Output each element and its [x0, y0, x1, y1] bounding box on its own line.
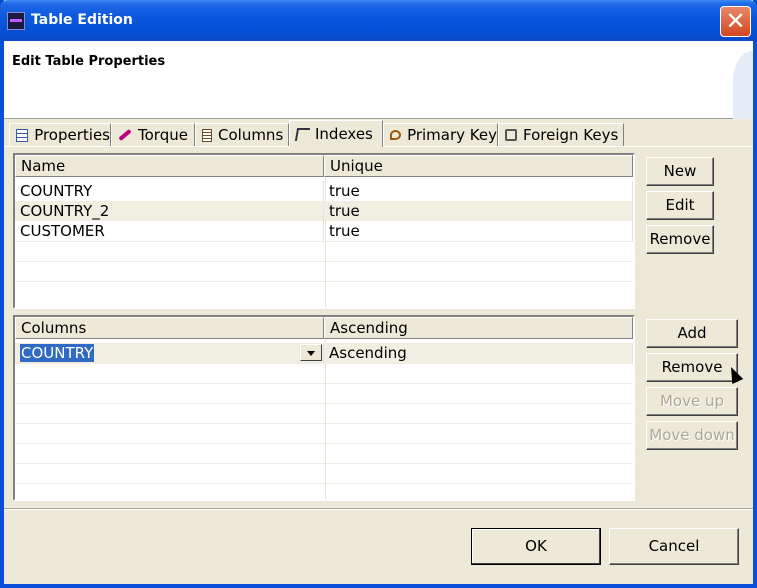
tab-label: Properties: [34, 126, 110, 144]
move-up-button[interactable]: Move up: [646, 387, 738, 416]
grid-line: [15, 403, 633, 404]
grid-line: [15, 383, 633, 384]
grid-line: [15, 261, 633, 262]
index-columns-table[interactable]: Columns Ascending COUNTRY Ascending: [13, 315, 635, 501]
cell-name: COUNTRY: [15, 181, 324, 201]
column-header-ascending[interactable]: Ascending: [324, 317, 633, 339]
cell-name: CUSTOMER: [15, 221, 324, 241]
tab-label: Torque: [138, 126, 188, 144]
tab-properties[interactable]: Properties: [9, 123, 111, 146]
tab-label: Columns: [218, 126, 284, 144]
grid-line: [15, 443, 633, 444]
primary-key-icon: [390, 130, 402, 140]
chevron-down-icon[interactable]: [300, 344, 322, 361]
grid-line: [15, 281, 633, 282]
cell-name: COUNTRY_2: [15, 201, 324, 221]
foreign-keys-icon: [505, 129, 517, 141]
cancel-button[interactable]: Cancel: [609, 528, 739, 565]
tab-foreign-keys[interactable]: Foreign Keys: [498, 123, 624, 146]
table-icon: [16, 128, 29, 142]
dialog-header: Edit Table Properties: [4, 41, 753, 119]
window-title: Table Edition: [31, 12, 133, 28]
tab-label: Indexes: [315, 125, 373, 143]
table-row[interactable]: COUNTRY_2 true: [15, 201, 633, 221]
column-combo-value[interactable]: COUNTRY: [20, 344, 95, 362]
tab-label: Foreign Keys: [523, 126, 619, 144]
column-header-unique[interactable]: Unique: [324, 155, 633, 177]
table-row[interactable]: COUNTRY Ascending: [15, 343, 633, 363]
cell-column-editor[interactable]: COUNTRY: [15, 343, 324, 363]
table-header: Name Unique: [15, 155, 633, 177]
close-button[interactable]: ✕: [720, 6, 751, 37]
table-row[interactable]: COUNTRY true: [15, 181, 633, 201]
title-bar[interactable]: Table Edition ✕: [0, 0, 757, 41]
remove-index-button[interactable]: Remove: [646, 225, 714, 254]
grid-line: [15, 363, 633, 364]
tab-primary-key[interactable]: Primary Key: [383, 123, 498, 146]
torque-icon: [118, 128, 132, 142]
add-column-button[interactable]: Add: [646, 319, 738, 348]
tab-torque[interactable]: Torque: [111, 123, 195, 146]
column-header-columns[interactable]: Columns: [15, 317, 324, 339]
columns-icon: [202, 128, 212, 142]
indexes-icon: [294, 127, 311, 141]
column-header-name[interactable]: Name: [15, 155, 324, 177]
tab-bar: Properties Torque Columns Indexes Primar…: [4, 119, 753, 147]
cell-unique: true: [324, 181, 633, 201]
cell-unique: true: [324, 201, 633, 221]
header-title: Edit Table Properties: [12, 54, 166, 69]
tab-columns[interactable]: Columns: [195, 123, 289, 146]
ok-button[interactable]: OK: [471, 528, 601, 565]
tab-label: Primary Key: [407, 126, 497, 144]
footer-separator: [4, 508, 753, 510]
indexes-table[interactable]: Name Unique COUNTRY true COUNTRY_2 true …: [13, 153, 635, 309]
edit-index-button[interactable]: Edit: [646, 191, 714, 220]
cell-ascending: Ascending: [324, 343, 633, 363]
header-decoration: [733, 51, 753, 119]
grid-line: [15, 483, 633, 484]
grid-line: [15, 463, 633, 464]
app-icon: [7, 12, 25, 30]
table-header: Columns Ascending: [15, 317, 633, 339]
cell-unique: true: [324, 221, 633, 241]
grid-line: [15, 423, 633, 424]
new-index-button[interactable]: New: [646, 157, 714, 186]
grid-line: [15, 241, 633, 242]
remove-column-button[interactable]: Remove: [646, 353, 738, 382]
table-row[interactable]: CUSTOMER true: [15, 221, 633, 241]
move-down-button[interactable]: Move down: [646, 421, 738, 450]
tab-indexes[interactable]: Indexes: [289, 120, 383, 147]
